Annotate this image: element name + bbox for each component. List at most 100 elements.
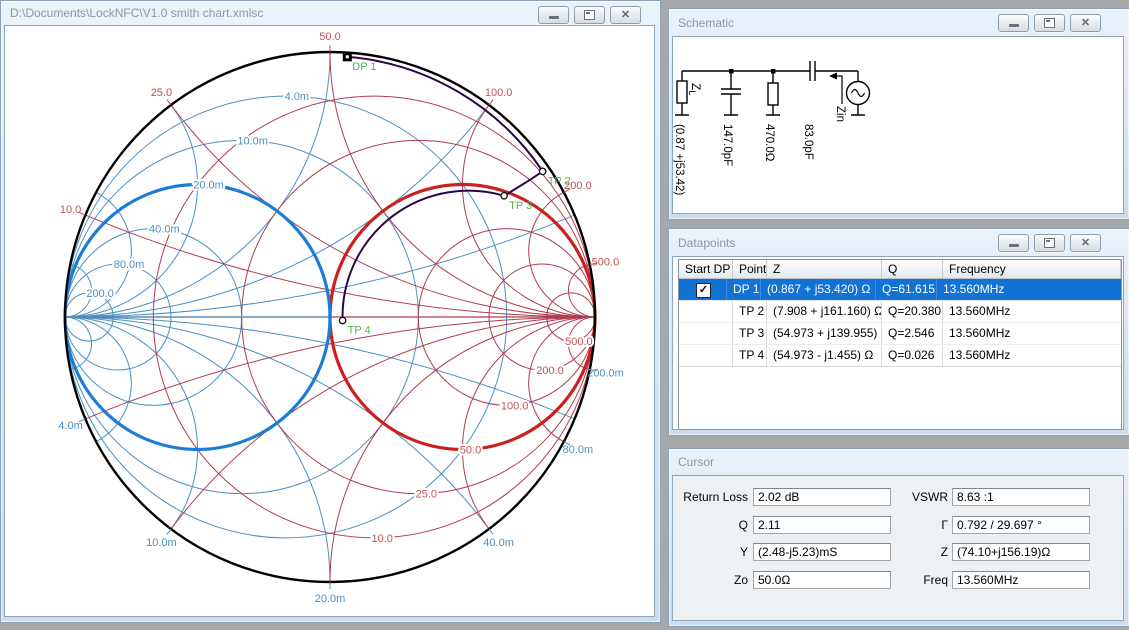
shunt-capacitor-symbol [721,71,741,115]
point-cell: TP 2 [733,301,767,322]
column-header-q[interactable]: Q [882,260,943,278]
svg-text:200.0m: 200.0m [587,368,624,380]
close-icon: ✕ [621,10,630,21]
svg-text:100.0: 100.0 [485,87,513,99]
desktop: { "desktop": {"background": "#a6a8aa"}, … [0,0,1129,630]
frequency-cell: 13.560MHz [943,323,1121,344]
svg-text:40.0m: 40.0m [149,224,180,236]
source-bottom-lead [851,105,865,116]
start-dp-checkbox[interactable]: ✓ [696,283,711,298]
smith-chart-svg[interactable]: 10.025.050.0100.0200.0500.04.0m10.0m20.0… [4,25,655,617]
sine-icon [852,90,865,97]
gamma-label: Γ [852,518,948,532]
junction-dot [729,69,734,74]
vswr-field[interactable]: 8.63 :1 [952,488,1090,506]
q-cell: Q=61.615 [876,279,937,300]
datapoints-titlebar[interactable]: Datapoints ✕ [669,229,1129,256]
q-cell: Q=20.380 [882,301,943,322]
table-row-tp2[interactable]: TP 2 (7.908 + j161.160) Ω Q=20.380 13.56… [679,301,1121,323]
restore-button[interactable] [1034,14,1065,32]
svg-text:50.0: 50.0 [319,31,340,43]
shunt-res-value-label: 470.0Ω [763,124,775,162]
minimize-icon [1009,244,1019,247]
start-dp-cell [679,345,733,366]
point-cell: DP 1 [727,279,761,300]
table-header: Start DP Point Z Q Frequency [679,260,1121,279]
schematic-canvas[interactable]: ZL (0.87 +j53.42) 147.0pF 470.0Ω 83.0pF … [672,36,1124,214]
q-label: Q [672,518,748,532]
circuit-labels: ZL (0.87 +j53.42) 147.0pF 470.0Ω 83.0pF … [673,83,846,195]
zin-arrowhead-icon [829,73,837,80]
column-header-start-dp[interactable]: Start DP [679,260,733,278]
schematic-window: Schematic ✕ [668,8,1129,220]
point-label: TP 3 [509,200,532,212]
frequency-cell: 13.560MHz [943,345,1121,366]
table-row-tp4[interactable]: TP 4 (54.973 - j1.455) Ω Q=0.026 13.560M… [679,345,1121,367]
z-cell: (54.973 - j1.455) Ω [767,345,882,366]
point-label: TP 2 [548,175,571,187]
y-label: Y [672,545,748,559]
zin-arrow [835,76,842,104]
z-label: Z [852,545,948,559]
svg-text:50.0: 50.0 [460,445,481,457]
minimize-button[interactable] [998,234,1029,252]
restore-icon [584,10,595,20]
vswr-label: VSWR [852,490,948,504]
gamma-field[interactable]: 0.792 / 29.697 ° [952,516,1090,534]
point-cell: TP 4 [733,345,767,366]
datapoints-window: Datapoints ✕ Start DP Point Z Q Frequenc… [668,228,1129,436]
freq-label: Freq [852,573,948,587]
cursor-content: Return Loss 2.02 dB VSWR 8.63 :1 Q 2.11 … [672,475,1124,621]
svg-text:20.0m: 20.0m [193,180,224,192]
cursor-title: Cursor [678,455,714,469]
column-header-frequency[interactable]: Frequency [943,260,1121,278]
svg-text:4.0m: 4.0m [58,420,82,432]
testpoint-marker[interactable] [339,317,345,323]
schematic-title: Schematic [678,16,734,30]
cursor-titlebar[interactable]: Cursor [669,449,1129,475]
close-icon: ✕ [1081,238,1090,249]
zo-label: Zo [672,573,748,587]
smith-trace-points: DP 1TP 2TP 3TP 4 [339,52,570,336]
schematic-titlebar[interactable]: Schematic ✕ [669,9,1129,36]
minimize-button[interactable] [538,6,569,24]
main-titlebar[interactable]: D:\Documents\LockNFC\V1.0 smith chart.xm… [1,1,660,25]
schematic-svg: ZL (0.87 +j53.42) 147.0pF 470.0Ω 83.0pF … [672,36,1124,214]
return-loss-label: Return Loss [672,490,748,504]
series-cap-value-label: 83.0pF [802,124,814,160]
minimize-icon [549,16,559,19]
close-button[interactable]: ✕ [1070,14,1101,32]
start-dp-cell [679,301,733,322]
freq-field[interactable]: 13.560MHz [952,571,1090,589]
testpoint-marker[interactable] [501,193,507,199]
close-icon: ✕ [1081,18,1090,29]
junction-dot [771,69,776,74]
load-value-label: (0.87 +j53.42) [673,124,685,195]
column-header-z[interactable]: Z [767,260,882,278]
svg-text:100.0: 100.0 [501,400,529,412]
close-button[interactable]: ✕ [1070,234,1101,252]
testpoint-marker[interactable] [540,168,546,174]
svg-text:25.0: 25.0 [416,489,437,501]
svg-text:20.0m: 20.0m [315,593,346,605]
shunt-resistor-symbol [768,83,778,105]
restore-button[interactable] [1034,234,1065,252]
point-label: TP 4 [348,325,371,337]
close-button[interactable]: ✕ [610,6,641,24]
svg-text:200.0: 200.0 [86,288,114,300]
checkmark-icon: ✓ [699,284,708,296]
table-row-dp1[interactable]: ✓ DP 1 (0.867 + j53.420) Ω Q=61.615 13.5… [679,279,1121,301]
smith-chart-window: D:\Documents\LockNFC\V1.0 smith chart.xm… [0,0,661,623]
zin-label: Zin [834,106,846,122]
point-cell: TP 3 [733,323,767,344]
table-row-tp3[interactable]: TP 3 (54.973 + j139.955) Ω Q=2.546 13.56… [679,323,1121,345]
restore-button[interactable] [574,6,605,24]
minimize-button[interactable] [998,14,1029,32]
q-cell: Q=2.546 [882,323,943,344]
load-impedance-symbol [677,81,687,103]
column-header-point[interactable]: Point [733,260,767,278]
svg-text:200.0: 200.0 [536,365,564,377]
z-cell: (54.973 + j139.955) Ω [767,323,882,344]
z-field[interactable]: (74.10+j156.19)Ω [952,543,1090,561]
restore-icon [1044,18,1055,28]
